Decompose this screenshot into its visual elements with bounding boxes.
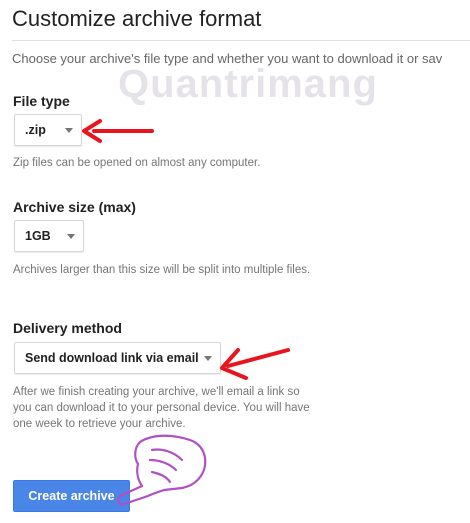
delivery-method-label: Delivery method xyxy=(13,320,122,336)
file-type-select[interactable]: .zip xyxy=(14,114,82,146)
archive-size-value: 1GB xyxy=(25,229,51,243)
watermark-text: Quantrimang xyxy=(118,62,378,106)
annotation-arrow-delivery xyxy=(220,348,290,380)
annotation-arrow-file-type xyxy=(82,119,154,143)
create-archive-label: Create archive xyxy=(28,489,115,503)
file-type-label: File type xyxy=(13,93,70,109)
pointing-hand-icon xyxy=(116,434,207,506)
archive-size-select[interactable]: 1GB xyxy=(14,220,84,252)
delivery-method-select[interactable]: Send download link via email xyxy=(14,342,221,374)
delivery-method-description: After we finish creating your archive, w… xyxy=(13,386,310,430)
chevron-down-icon xyxy=(204,356,212,361)
title-divider xyxy=(12,40,470,41)
chevron-down-icon xyxy=(67,234,75,239)
file-type-description: Zip files can be opened on almost any co… xyxy=(13,157,261,169)
page-title: Customize archive format xyxy=(12,6,262,31)
delivery-method-value: Send download link via email xyxy=(25,351,199,365)
chevron-down-icon xyxy=(65,128,73,133)
file-type-value: .zip xyxy=(25,123,46,137)
watermark-logo: Quantrimang xyxy=(118,62,378,107)
archive-size-description: Archives larger than this size will be s… xyxy=(13,264,311,276)
archive-size-label: Archive size (max) xyxy=(13,199,136,215)
